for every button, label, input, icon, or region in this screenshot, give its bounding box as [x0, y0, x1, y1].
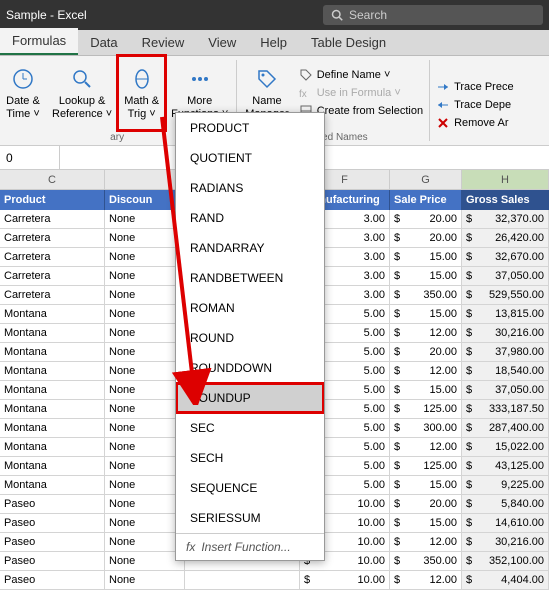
app-title: Sample - Excel — [6, 8, 87, 22]
date-time-button[interactable]: Date & Time ˅ — [0, 56, 46, 130]
title-bar: Sample - Excel Search — [0, 0, 549, 30]
use-in-formula-button[interactable]: fxUse in Formula ˅ — [299, 86, 423, 100]
dropdown-item-randbetween[interactable]: RANDBETWEEN — [176, 263, 324, 293]
dropdown-item-product[interactable]: PRODUCT — [176, 113, 324, 143]
lookup-button[interactable]: Lookup & Reference ˅ — [46, 56, 118, 130]
dropdown-item-randarray[interactable]: RANDARRAY — [176, 233, 324, 263]
dropdown-item-sec[interactable]: SEC — [176, 413, 324, 443]
lookup-icon — [68, 65, 96, 93]
define-name-button[interactable]: Define Name ˅ — [299, 68, 423, 82]
dropdown-item-radians[interactable]: RADIANS — [176, 173, 324, 203]
trace-dependents-button[interactable]: Trace Depe — [436, 98, 514, 112]
col-header[interactable] — [105, 170, 185, 189]
dropdown-item-rand[interactable]: RAND — [176, 203, 324, 233]
dropdown-item-quotient[interactable]: QUOTIENT — [176, 143, 324, 173]
insert-function-link[interactable]: fx Insert Function... — [176, 533, 324, 560]
tab-help[interactable]: Help — [248, 30, 299, 55]
tab-table-design[interactable]: Table Design — [299, 30, 398, 55]
trace-dep-icon — [436, 98, 450, 112]
tab-data[interactable]: Data — [78, 30, 129, 55]
remove-icon — [436, 116, 450, 130]
tag-small-icon — [299, 68, 313, 82]
col-header[interactable]: G — [390, 170, 462, 189]
fx-small-icon: fx — [299, 86, 313, 100]
svg-text:fx: fx — [299, 89, 307, 100]
math-trig-button[interactable]: Math & Trig ˅ — [118, 56, 165, 130]
more-icon — [186, 65, 214, 93]
search-icon — [331, 9, 343, 21]
table-row[interactable]: PaseoNone10.0012.004,404.00 — [0, 571, 549, 590]
trace-precedents-button[interactable]: Trace Prece — [436, 80, 514, 94]
dropdown-item-rounddown[interactable]: ROUNDDOWN — [176, 353, 324, 383]
tag-icon — [253, 65, 281, 93]
name-box[interactable]: 0 — [0, 146, 60, 169]
tab-review[interactable]: Review — [130, 30, 197, 55]
ribbon-tabs: Formulas Data Review View Help Table Des… — [0, 30, 549, 56]
tab-view[interactable]: View — [196, 30, 248, 55]
dropdown-item-roman[interactable]: ROMAN — [176, 293, 324, 323]
dropdown-item-roundup[interactable]: ROUNDUP — [176, 383, 324, 413]
theta-icon — [128, 65, 156, 93]
tab-formulas[interactable]: Formulas — [0, 28, 78, 55]
dropdown-item-seriessum[interactable]: SERIESSUM — [176, 503, 324, 533]
col-header[interactable]: C — [0, 170, 105, 189]
clock-icon — [9, 65, 37, 93]
remove-arrows-button[interactable]: Remove Ar — [436, 116, 514, 130]
math-trig-dropdown: PRODUCTQUOTIENTRADIANSRANDRANDARRAYRANDB… — [175, 112, 325, 561]
dropdown-item-sequence[interactable]: SEQUENCE — [176, 473, 324, 503]
fx-icon: fx — [186, 540, 195, 554]
dropdown-item-sech[interactable]: SECH — [176, 443, 324, 473]
trace-prec-icon — [436, 80, 450, 94]
col-header[interactable]: H — [462, 170, 549, 189]
search-box[interactable]: Search — [323, 5, 543, 25]
dropdown-item-round[interactable]: ROUND — [176, 323, 324, 353]
